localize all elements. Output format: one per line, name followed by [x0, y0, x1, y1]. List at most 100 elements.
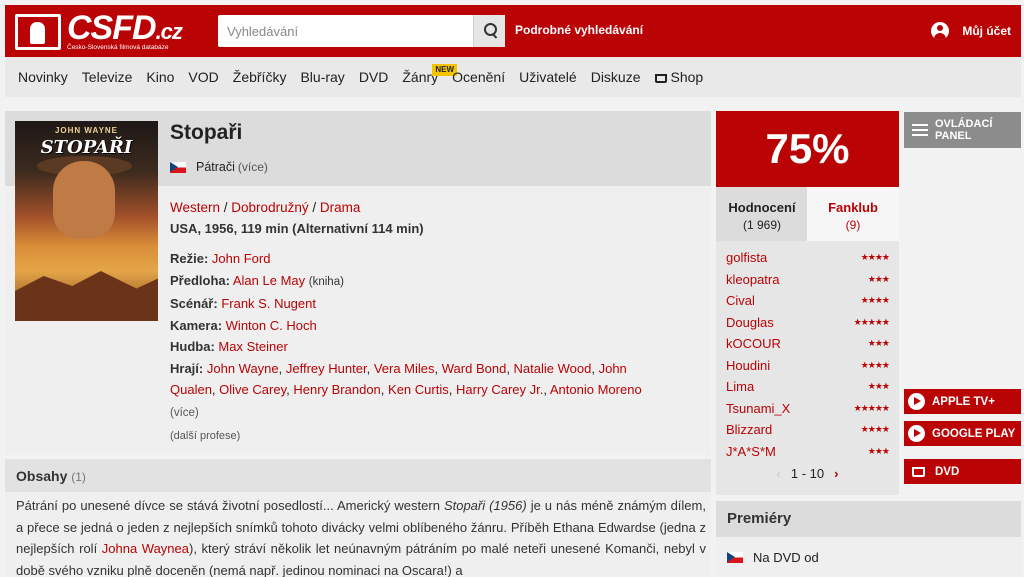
cast-link[interactable]: Ward Bond [442, 361, 507, 376]
music-link[interactable]: Max Steiner [218, 339, 287, 354]
tab-ratings-count: (1 969) [742, 218, 782, 232]
user-rating-row: kleopatra ★★★ [716, 269, 899, 291]
director-label: Režie: [170, 251, 209, 266]
search-icon[interactable] [473, 15, 505, 47]
apple-tv-button[interactable]: APPLE TV+ [904, 389, 1021, 414]
search-input[interactable] [218, 15, 468, 47]
cast-link[interactable]: Vera Miles [374, 361, 435, 376]
premiere-text: Na DVD od [753, 550, 819, 565]
tab-fanclub-label: Fanklub [828, 200, 878, 215]
cart-icon [912, 466, 925, 477]
rating-stars-icon: ★★★★★ [853, 316, 890, 327]
dvd-label: DVD [935, 465, 960, 478]
menu-icon [912, 124, 928, 136]
plot-text: Pátrání po unesené dívce se stává životn… [16, 495, 706, 577]
csfd-logo[interactable]: CSFD.cz Česko-Slovenská filmová databáze [15, 9, 185, 53]
advanced-search-link[interactable]: Podrobné vyhledávání [515, 23, 643, 37]
nav-uzivatele[interactable]: Uživatelé [519, 57, 577, 97]
cast-link[interactable]: Henry Brandon [293, 382, 380, 397]
cast-link[interactable]: John Wayne [207, 361, 279, 376]
cast-link[interactable]: Harry Carey Jr. [456, 382, 543, 397]
google-play-button[interactable]: GOOGLE PLAY [904, 421, 1021, 446]
chevron-left-icon[interactable]: ‹ [777, 466, 781, 481]
user-ratings-list: golfista ★★★★ kleopatra ★★★ Cival ★★★★ Doug… [716, 247, 899, 462]
nav-diskuze[interactable]: Diskuze [591, 57, 641, 97]
user-rating-row: Tsunami_X ★★★★★ [716, 398, 899, 420]
nav-televize[interactable]: Televize [82, 57, 133, 97]
alt-title-text: Pátrači [196, 160, 235, 174]
nav-dvd[interactable]: DVD [359, 57, 389, 97]
nav-shop-label: Shop [670, 69, 704, 85]
rating-stars-icon: ★★★★ [860, 359, 890, 370]
tab-fanclub[interactable]: Fanklub (9) [807, 187, 899, 241]
rating-stars-icon: ★★★★★ [853, 402, 890, 413]
film-creators: Režie: John Ford Předloha: Alan Le May (… [170, 248, 670, 448]
more-professions-link[interactable]: (další profese) [170, 430, 240, 442]
poster-landscape [15, 271, 158, 321]
rating-stars-icon: ★★★ [867, 273, 890, 284]
cast-more-link[interactable]: (více) [170, 407, 199, 419]
nav-oceneni[interactable]: Ocenění [452, 57, 505, 97]
alt-titles-more-link[interactable]: (více) [238, 160, 268, 174]
plot-actor-link[interactable]: Johna Waynea [102, 541, 189, 556]
nav-bluray[interactable]: Blu-ray [300, 57, 344, 97]
plot-heading-text: Obsahy [16, 468, 68, 484]
user-link[interactable]: kOCOUR [726, 336, 781, 351]
genre-link[interactable]: Drama [320, 200, 361, 215]
poster-title: STOPAŘI [40, 137, 133, 158]
cast-link[interactable]: Olive Carey [219, 382, 286, 397]
film-origin: USA, 1956, 119 min (Alternativní 114 min… [170, 221, 424, 236]
user-link[interactable]: J*A*S*M [726, 444, 776, 459]
user-link[interactable]: Lima [726, 379, 754, 394]
nav-novinky[interactable]: Novinky [18, 57, 68, 97]
chevron-right-icon[interactable]: › [834, 466, 838, 481]
plot-heading: Obsahy (1) [5, 459, 711, 492]
account-button[interactable]: Můj účet [931, 22, 1011, 40]
cast-link[interactable]: Jeffrey Hunter [286, 361, 367, 376]
rating-stars-icon: ★★★ [867, 381, 890, 392]
writer-label: Scénář: [170, 296, 218, 311]
play-icon [908, 425, 925, 442]
cart-icon [654, 74, 667, 83]
camera-link[interactable]: Winton C. Hoch [226, 318, 317, 333]
genre-link[interactable]: Western [170, 200, 220, 215]
user-rating-row: Lima ★★★ [716, 376, 899, 398]
writer-link[interactable]: Frank S. Nugent [221, 296, 316, 311]
poster-actor: JOHN WAYNE [54, 126, 119, 135]
search-box [218, 15, 505, 47]
dvd-shop-button[interactable]: DVD [904, 459, 1021, 484]
film-poster[interactable]: JOHN WAYNE STOPAŘI [15, 121, 158, 321]
film-reel-icon [15, 14, 61, 50]
user-link[interactable]: Houdini [726, 358, 770, 373]
cast-link[interactable]: Natalie Wood [514, 361, 592, 376]
nav-kino[interactable]: Kino [146, 57, 174, 97]
source-type: (kniha) [308, 275, 344, 288]
nav-zebricky[interactable]: Žebříčky [233, 57, 287, 97]
user-link[interactable]: golfista [726, 250, 767, 265]
control-panel-label: OVLÁDACÍ PANEL [935, 118, 993, 142]
plot-section: Obsahy (1) Pátrání po unesené dívce se s… [5, 459, 711, 577]
nav-shop[interactable]: Shop [654, 57, 704, 97]
nav-zanry[interactable]: Žánry NEW [402, 57, 458, 97]
user-icon [931, 22, 950, 40]
user-link[interactable]: Tsunami_X [726, 401, 790, 416]
cast-link[interactable]: Ken Curtis [388, 382, 449, 397]
film-card: JOHN WAYNE STOPAŘI Stopaři Pátrači (více… [5, 111, 711, 455]
director-link[interactable]: John Ford [212, 251, 271, 266]
camera-label: Kamera: [170, 317, 223, 333]
user-link[interactable]: Cival [726, 293, 755, 308]
premieres-panel: Premiéry Na DVD od [716, 501, 1021, 577]
rating-score: 75% [716, 111, 899, 187]
tab-fanclub-count: (9) [845, 218, 861, 232]
source-label: Předloha: [170, 272, 230, 288]
user-link[interactable]: Douglas [726, 315, 774, 330]
control-panel-button[interactable]: OVLÁDACÍ PANEL [904, 112, 1021, 148]
user-link[interactable]: Blizzard [726, 422, 772, 437]
genre-link[interactable]: Dobrodružný [231, 200, 308, 215]
user-link[interactable]: kleopatra [726, 272, 779, 287]
tab-ratings[interactable]: Hodnocení (1 969) [716, 187, 808, 241]
cast-link[interactable]: Antonio Moreno [550, 382, 642, 397]
logo-text: CSFD [67, 9, 157, 47]
nav-vod[interactable]: VOD [188, 57, 218, 97]
source-link[interactable]: Alan Le May [233, 273, 305, 288]
